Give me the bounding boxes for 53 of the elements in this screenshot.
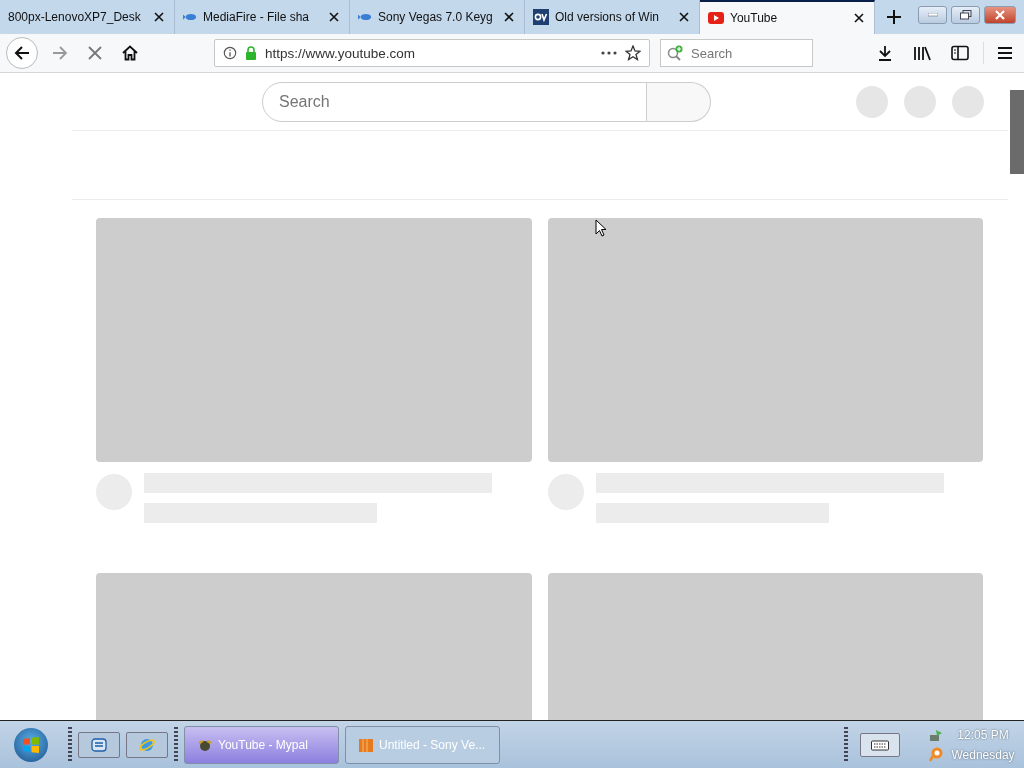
tab-title: Sony Vegas 7.0 Keyg	[378, 10, 494, 24]
quick-launch-button[interactable]	[126, 731, 168, 758]
globe-icon	[139, 736, 155, 753]
scrollbar-thumb[interactable]	[1010, 90, 1024, 174]
more-icon[interactable]	[601, 51, 617, 55]
avatar-placeholder	[952, 85, 984, 118]
sidebar-icon[interactable]	[951, 45, 969, 61]
icon-placeholder	[856, 85, 888, 118]
forward-icon[interactable]	[52, 45, 68, 61]
lock-icon	[245, 46, 257, 60]
clock-day: Wednesday	[951, 747, 1015, 762]
icon-placeholder	[904, 85, 936, 118]
close-window-button[interactable]	[984, 6, 1016, 24]
close-icon[interactable]	[679, 12, 689, 22]
tab-title: MediaFire - File sha	[203, 10, 311, 24]
browser-tab[interactable]: YouTube	[700, 0, 875, 34]
tab-title: YouTube	[730, 11, 779, 25]
home-icon[interactable]	[122, 45, 138, 61]
clock-time: 12:05 PM	[957, 727, 1009, 742]
start-button[interactable]	[14, 727, 48, 762]
back-arrow-icon	[14, 45, 30, 61]
ov-logo-icon	[533, 9, 549, 25]
windows-logo-icon	[21, 734, 41, 755]
quick-launch-button[interactable]	[78, 731, 120, 758]
minimize-icon	[927, 13, 938, 17]
address-bar[interactable]: https://www.youtube.com	[214, 39, 650, 67]
keyboard-button[interactable]	[860, 732, 900, 757]
close-icon	[995, 10, 1005, 20]
network-icon[interactable]	[928, 727, 944, 744]
restore-icon	[959, 10, 972, 20]
stop-icon[interactable]	[88, 46, 102, 60]
video-search-field[interactable]: Search	[262, 81, 647, 122]
library-icon[interactable]	[913, 45, 931, 61]
cursor-icon	[595, 219, 607, 237]
play-logo-icon	[708, 12, 724, 24]
close-icon[interactable]	[854, 13, 864, 23]
star-icon[interactable]	[625, 45, 641, 61]
download-icon[interactable]	[877, 45, 893, 61]
url-text: https://www.youtube.com	[265, 45, 417, 61]
restore-button[interactable]	[951, 6, 980, 24]
keyboard-icon	[871, 738, 889, 751]
close-icon[interactable]	[504, 12, 514, 22]
app-icon	[358, 736, 374, 753]
new-tab-icon[interactable]	[887, 10, 901, 24]
close-icon[interactable]	[329, 12, 339, 22]
search-field[interactable]: Search	[660, 39, 813, 67]
mail-icon	[91, 736, 107, 753]
menu-icon[interactable]	[998, 47, 1012, 59]
tab-title: Old versions of Win	[555, 10, 661, 24]
tab-title: 800px-LenovoXP7_Desk	[8, 10, 142, 24]
info-icon[interactable]	[223, 46, 237, 60]
close-icon[interactable]	[154, 12, 164, 22]
back-button[interactable]	[6, 37, 38, 69]
